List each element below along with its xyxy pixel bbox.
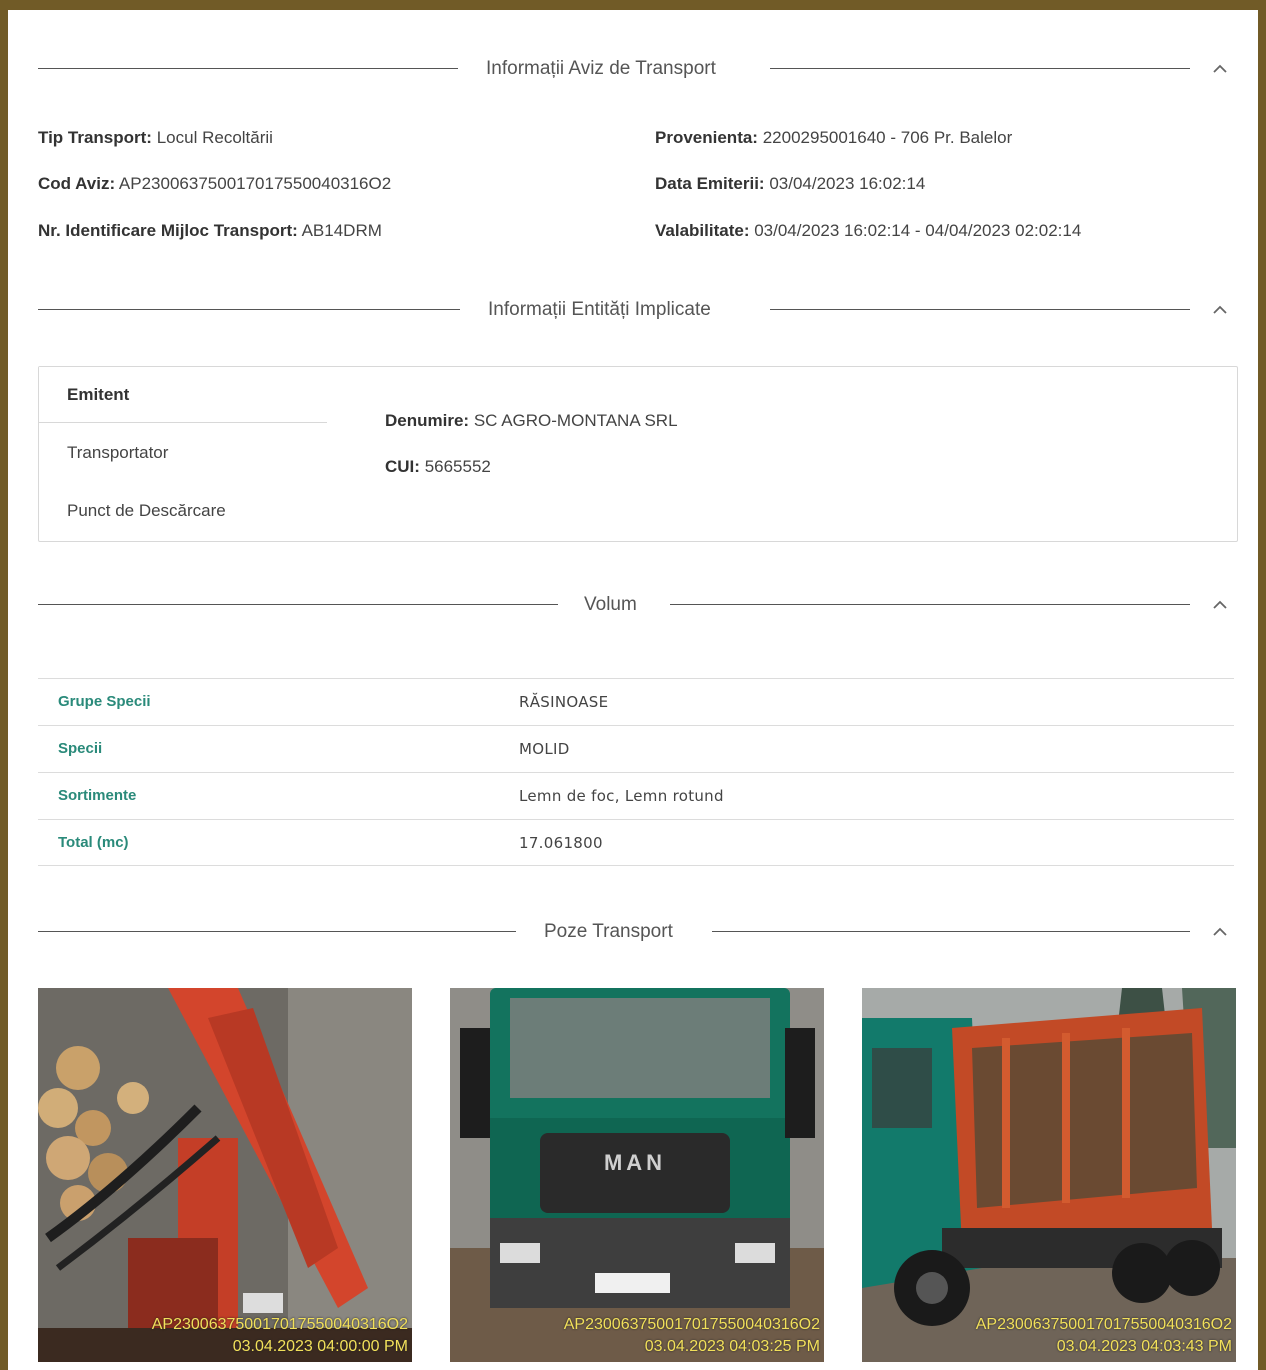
valabilitate-field: Valabilitate: 03/04/2023 16:02:14 - 04/0… [655,221,1081,241]
photo-stamp-timestamp: 03.04.2023 04:03:43 PM [1056,1338,1232,1355]
provenienta-field: Provenienta: 2200295001640 - 706 Pr. Bal… [655,128,1012,148]
row-label: Total (mc) [58,834,129,851]
cod-aviz-field: Cod Aviz: AP230063750017017550040316O2 [38,174,391,194]
table-row: Specii MOLID [38,725,1234,772]
cui-label: CUI: [385,457,420,476]
tab-emitent[interactable]: Emitent [39,367,327,423]
section-title-poze: Poze Transport [544,921,673,942]
valabilitate-value: 03/04/2023 16:02:14 - 04/04/2023 02:02:1… [754,221,1082,240]
section-header-entitati[interactable]: Informații Entități Implicate [38,295,1238,325]
data-emiterii-value: 03/04/2023 16:02:14 [769,174,926,193]
volum-table: Grupe Specii RĂSINOASE Specii MOLID Sort… [38,678,1234,866]
chevron-up-icon[interactable] [1208,592,1232,616]
divider-line [770,309,1190,310]
row-label: Sortimente [58,787,137,804]
row-value: Lemn de foc, Lemn rotund [519,787,724,805]
nr-identificare-label: Nr. Identificare Mijloc Transport: [38,221,298,240]
photo-stamp-timestamp: 03.04.2023 04:03:25 PM [644,1338,820,1355]
divider-line [38,68,458,69]
section-header-aviz[interactable]: Informații Aviz de Transport [38,54,1238,84]
transport-photo-truck-front[interactable]: MAN AP230063750017017550040316O2 03.04.2… [450,988,824,1362]
row-label: Grupe Specii [58,693,151,710]
nr-identificare-field: Nr. Identificare Mijloc Transport: AB14D… [38,221,382,241]
section-title-entitati: Informații Entități Implicate [488,299,711,320]
divider-line [38,931,516,932]
divider-line [38,604,558,605]
table-row: Sortimente Lemn de foc, Lemn rotund [38,772,1234,819]
row-value: RĂSINOASE [519,693,609,711]
photo-stamp-code: AP230063750017017550040316O2 [563,1316,820,1333]
valabilitate-label: Valabilitate: [655,221,750,240]
cod-aviz-value: AP230063750017017550040316O2 [118,174,392,193]
tab-punct-descarcare[interactable]: Punct de Descărcare [39,483,327,539]
photo-stamp-code: AP230063750017017550040316O2 [975,1316,1232,1333]
row-value: MOLID [519,740,570,758]
divider-line [38,309,460,310]
data-emiterii-field: Data Emiterii: 03/04/2023 16:02:14 [655,174,925,194]
divider-line [712,931,1190,932]
tab-transportator[interactable]: Transportator [39,425,327,481]
denumire-value: SC AGRO-MONTANA SRL [473,411,678,430]
entities-tabs-box: Emitent Transportator Punct de Descărcar… [38,366,1238,542]
cui-field: CUI: 5665552 [385,457,491,477]
cui-value: 5665552 [424,457,491,476]
row-value: 17.061800 [519,834,603,852]
divider-line [770,68,1190,69]
denumire-field: Denumire: SC AGRO-MONTANA SRL [385,411,678,431]
section-title-volum: Volum [584,594,637,615]
chevron-up-icon[interactable] [1208,297,1232,321]
tip-transport-field: Tip Transport: Locul Recoltării [38,128,273,148]
divider-line [670,604,1190,605]
tab-content: Denumire: SC AGRO-MONTANA SRL CUI: 56655… [327,367,1237,541]
transport-photo-crane[interactable]: AP230063750017017550040316O2 03.04.2023 … [38,988,412,1362]
chevron-up-icon[interactable] [1208,56,1232,80]
cod-aviz-label: Cod Aviz: [38,174,116,193]
provenienta-value: 2200295001640 - 706 Pr. Balelor [762,128,1013,147]
transport-details-panel: Informații Aviz de Transport Tip Transpo… [8,10,1258,1370]
svg-text:MAN: MAN [604,1150,666,1175]
row-label: Specii [58,740,103,757]
section-header-volum[interactable]: Volum [38,590,1238,620]
table-row: Grupe Specii RĂSINOASE [38,678,1234,725]
nr-identificare-value: AB14DRM [301,221,382,240]
tip-transport-value: Locul Recoltării [156,128,273,147]
tip-transport-label: Tip Transport: [38,128,152,147]
denumire-label: Denumire: [385,411,470,430]
transport-photo-truck-side[interactable]: AP230063750017017550040316O2 03.04.2023 … [862,988,1236,1362]
section-title-aviz: Informații Aviz de Transport [486,58,716,79]
chevron-up-icon[interactable] [1208,919,1232,943]
photo-stamp-code: AP230063750017017550040316O2 [151,1316,408,1333]
table-row: Total (mc) 17.061800 [38,819,1234,866]
data-emiterii-label: Data Emiterii: [655,174,765,193]
section-header-poze[interactable]: Poze Transport [38,917,1238,947]
provenienta-label: Provenienta: [655,128,758,147]
photo-stamp-timestamp: 03.04.2023 04:00:00 PM [232,1338,408,1355]
